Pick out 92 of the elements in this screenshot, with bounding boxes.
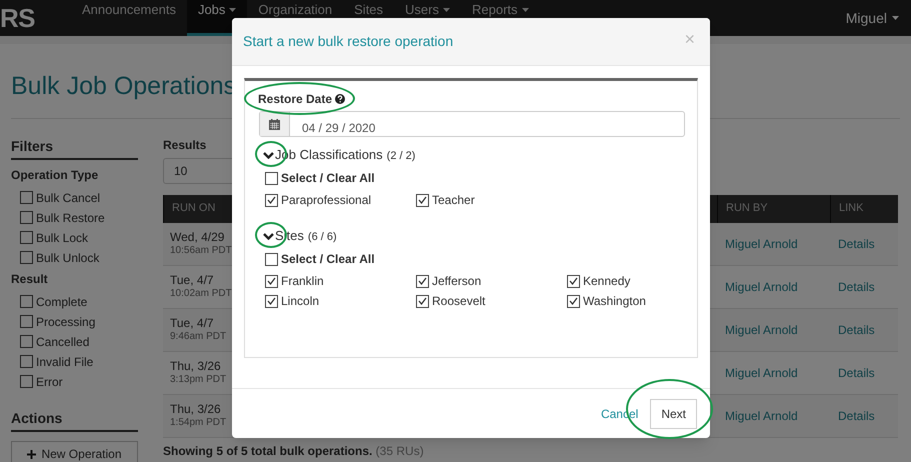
checkbox[interactable] — [20, 315, 33, 328]
details-link[interactable]: Details — [838, 280, 875, 294]
checkbox[interactable] — [20, 211, 33, 224]
checkbox-label: Kennedy — [583, 273, 630, 290]
checkbox[interactable] — [265, 172, 278, 184]
new-operation-button[interactable]: New Operation — [11, 440, 138, 462]
checkbox[interactable] — [20, 355, 33, 368]
field-label: Restore Date — [258, 91, 332, 108]
column-header: LINK — [839, 201, 864, 216]
check-icon — [418, 297, 427, 305]
check-icon — [569, 277, 578, 285]
next-button[interactable]: Next — [650, 398, 697, 428]
checkbox-label: Error — [36, 374, 63, 390]
checkbox[interactable] — [20, 191, 33, 204]
caret-icon — [892, 16, 899, 20]
checkbox-label: Paraprofessional — [281, 192, 372, 209]
checkbox-label: Select / Clear All — [281, 251, 375, 268]
checkbox[interactable] — [20, 295, 33, 308]
nav-link[interactable]: Reports — [461, 0, 540, 36]
checkbox-label: Roosevelt — [432, 293, 486, 310]
checkbox-label: Lincoln — [281, 293, 320, 310]
check-icon — [267, 297, 276, 305]
checkbox-label: Select / Clear All — [281, 170, 375, 187]
details-link[interactable]: Details — [838, 366, 875, 380]
check-icon — [267, 196, 276, 204]
checkbox-label: Bulk Cancel — [36, 190, 100, 206]
check-icon — [418, 277, 427, 285]
summary-text: Showing 5 of 5 total bulk operations. (35 RUs) — [163, 444, 425, 458]
date-text: Thu, 3/26 — [170, 402, 222, 417]
time-text: 9:46am PDT — [170, 330, 228, 344]
checkbox-label: Invalid File — [36, 354, 94, 370]
checkbox[interactable] — [416, 194, 429, 206]
time-text: 10:56am PDT — [170, 244, 232, 258]
nav-link[interactable]: Announcements — [71, 0, 187, 36]
checkbox[interactable] — [265, 294, 278, 308]
group-heading: Result — [11, 270, 49, 288]
checkbox-label: Bulk Unlock — [36, 250, 100, 266]
details-link[interactable]: Details — [838, 236, 875, 250]
chevron-toggle[interactable] — [262, 149, 274, 161]
checkbox[interactable] — [20, 231, 33, 244]
section-heading: Filters — [11, 136, 138, 160]
checkbox[interactable] — [567, 274, 580, 288]
date-text: Tue, 4/7 — [170, 272, 215, 288]
checkbox-label: Washington — [583, 293, 646, 310]
section-heading: Actions — [11, 408, 138, 432]
user-link[interactable]: Miguel Arnold — [725, 408, 798, 422]
details-link[interactable]: Details — [838, 322, 875, 336]
check-icon — [569, 297, 578, 305]
checkbox-label: Cancelled — [36, 334, 90, 350]
checkbox[interactable] — [265, 194, 278, 206]
chevron-toggle[interactable] — [262, 230, 274, 242]
checkbox-label: Jefferson — [432, 273, 482, 290]
date-value: 04 / 29 / 2020 — [301, 120, 376, 136]
checkbox-label: Bulk Restore — [36, 210, 105, 226]
checkbox-label: Teacher — [432, 192, 475, 209]
time-text: 1:54pm PDT — [170, 416, 228, 430]
column-header: RUN BY — [726, 201, 768, 216]
checkbox[interactable] — [265, 274, 278, 288]
check-icon — [267, 277, 276, 285]
checkbox[interactable] — [567, 294, 580, 308]
checkbox[interactable] — [20, 375, 33, 388]
checkbox[interactable] — [416, 274, 429, 288]
chevron-icon — [262, 152, 274, 158]
plus-icon — [27, 450, 36, 458]
time-text: 10:02am PDT — [170, 288, 232, 300]
user-link[interactable]: Miguel Arnold — [725, 322, 798, 336]
help-icon — [335, 94, 346, 104]
results-label: Results — [163, 136, 208, 154]
user-link[interactable]: Miguel Arnold — [725, 280, 798, 294]
time-text: 3:13pm PDT — [170, 374, 228, 386]
user-link[interactable]: Miguel Arnold — [725, 366, 798, 380]
checkbox[interactable] — [265, 252, 278, 266]
checkbox[interactable] — [20, 251, 33, 264]
date-text: Tue, 4/7 — [170, 316, 215, 331]
calendar-icon — [269, 118, 280, 130]
checkbox[interactable] — [416, 294, 429, 308]
date-field[interactable]: 04 / 29 / 2020 — [259, 111, 685, 137]
user-menu[interactable]: Miguel — [846, 8, 899, 28]
check-icon — [418, 196, 427, 204]
checkbox-label: Processing — [36, 314, 96, 330]
details-link[interactable]: Details — [838, 408, 875, 422]
date-text: Thu, 3/26 — [170, 358, 222, 374]
checkbox-label: Complete — [36, 294, 88, 310]
chevron-icon — [262, 232, 274, 240]
checkbox-label: Bulk Lock — [36, 230, 88, 246]
checkbox-label: Franklin — [281, 273, 324, 290]
user-link[interactable]: Miguel Arnold — [725, 236, 798, 250]
group-heading: Operation Type — [11, 166, 100, 184]
logo-text: RS — [0, 5, 36, 31]
column-header: RUN ON — [172, 201, 216, 216]
checkbox[interactable] — [20, 335, 33, 348]
date-text: Wed, 4/29 — [170, 230, 226, 245]
